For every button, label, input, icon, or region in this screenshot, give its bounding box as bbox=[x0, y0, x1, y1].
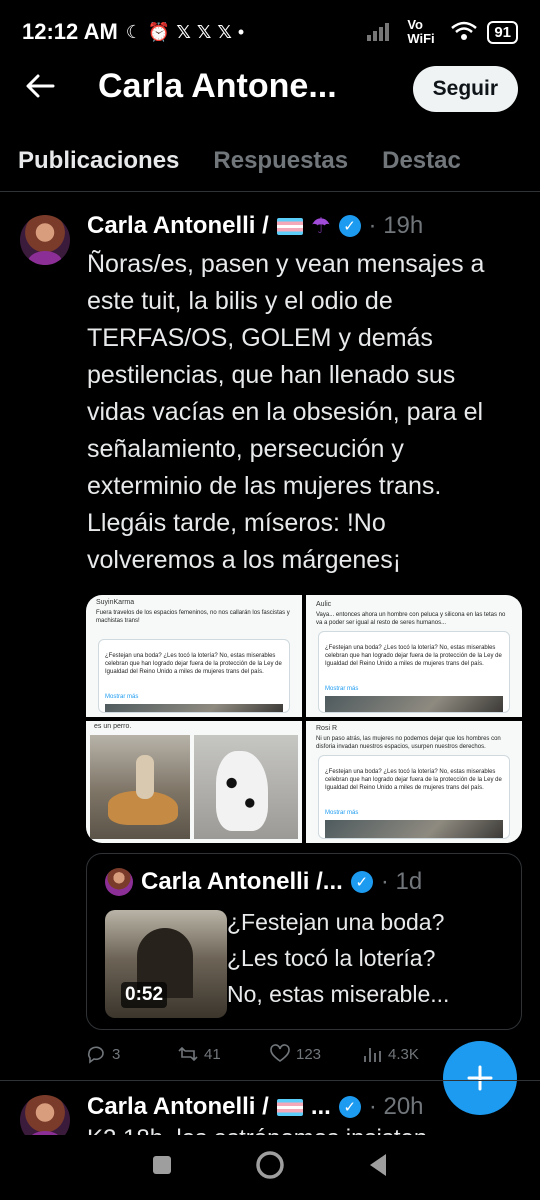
video-duration: 0:52 bbox=[121, 982, 168, 1008]
media-2-more: Mostrar más bbox=[325, 686, 359, 692]
wifi-icon bbox=[451, 21, 478, 44]
media-screenshot-1[interactable]: SuyinKarma Fuera travelos de los espacio… bbox=[86, 595, 302, 717]
media-4-more: Mostrar más bbox=[325, 810, 359, 816]
media-2-body: Vaya... entonces ahora un hombre con pel… bbox=[316, 612, 506, 626]
quoted-line: ¿Les tocó la lotería? bbox=[227, 945, 436, 971]
media-1-quoted: ¿Festejan una boda? ¿Les tocó la lotería… bbox=[105, 653, 282, 675]
circle-icon bbox=[256, 1151, 284, 1179]
x-icon: 𝕏 bbox=[217, 21, 232, 42]
verified-badge-icon: ✓ bbox=[338, 1096, 361, 1118]
media-3-header: es un perro. bbox=[94, 723, 132, 730]
umbrella-icon: ☂ bbox=[310, 213, 331, 238]
repost-count: 41 bbox=[204, 1045, 221, 1063]
media-1-body: Fuera travelos de los espacios femeninos… bbox=[96, 610, 290, 624]
plus-icon bbox=[467, 1065, 493, 1091]
home-button[interactable] bbox=[255, 1150, 285, 1185]
recents-button[interactable] bbox=[150, 1153, 174, 1182]
triangle-back-icon bbox=[369, 1154, 386, 1176]
media-1-header: SuyinKarma bbox=[96, 599, 135, 606]
system-nav-bar bbox=[0, 1135, 540, 1200]
verified-badge-icon: ✓ bbox=[338, 215, 361, 237]
quoted-text: ¿Festejan una boda? ¿Les tocó la lotería… bbox=[227, 904, 517, 1012]
tweet-time[interactable]: · 19h bbox=[369, 212, 424, 240]
follow-button[interactable]: Seguir bbox=[412, 66, 518, 112]
trans-flag-icon bbox=[276, 217, 303, 235]
avatar bbox=[105, 868, 133, 896]
quoted-tweet-header: Carla Antonelli /... ✓ · 1d bbox=[105, 868, 422, 896]
back-button[interactable] bbox=[18, 64, 62, 108]
media-dog-photos[interactable]: es un perro. bbox=[86, 721, 302, 843]
tweet-time[interactable]: · 20h bbox=[369, 1093, 424, 1121]
tweet-divider bbox=[0, 1080, 540, 1081]
tab-destacados[interactable]: Destac bbox=[382, 147, 461, 175]
media-4-body: Ni un paso atrás, las mujeres no podemos… bbox=[316, 736, 501, 750]
repost-icon bbox=[178, 1046, 198, 1062]
reply-icon bbox=[87, 1046, 104, 1064]
moon-icon: ☾ bbox=[125, 21, 142, 42]
view-count: 4.3K bbox=[388, 1045, 419, 1063]
author-name[interactable]: Carla Antonelli / bbox=[87, 1093, 269, 1121]
status-time: 12:12 AM bbox=[22, 19, 118, 44]
profile-tabs: Publicaciones Respuestas Destac bbox=[0, 130, 540, 192]
views-icon bbox=[364, 1048, 381, 1062]
tweet-header: Carla Antonelli / ... ✓ · 20h bbox=[87, 1093, 424, 1121]
compose-button[interactable] bbox=[443, 1041, 517, 1115]
tab-publicaciones[interactable]: Publicaciones bbox=[18, 147, 180, 191]
repost-button[interactable]: 41 bbox=[178, 1044, 270, 1064]
arrow-left-icon bbox=[26, 74, 55, 98]
like-count: 123 bbox=[296, 1045, 322, 1063]
signal-icon bbox=[367, 21, 397, 44]
notification-icons: ☾ ⏰ 𝕏 𝕏 𝕏 • bbox=[126, 22, 244, 43]
square-icon bbox=[153, 1156, 172, 1174]
tweet-media-grid[interactable]: SuyinKarma Fuera travelos de los espacio… bbox=[86, 595, 522, 843]
video-thumbnail[interactable]: 0:52 bbox=[105, 910, 227, 1018]
tweet-header: Carla Antonelli / ☂ ✓ · 19h bbox=[87, 212, 423, 240]
quoted-time: · 1d bbox=[380, 868, 423, 895]
trans-flag-icon bbox=[276, 1098, 303, 1116]
views-button[interactable]: 4.3K bbox=[362, 1044, 454, 1064]
alarm-icon: ⏰ bbox=[147, 21, 171, 42]
battery-indicator: 91 bbox=[487, 20, 518, 44]
back-nav-button[interactable] bbox=[366, 1152, 390, 1183]
quoted-tweet[interactable]: Carla Antonelli /... ✓ · 1d 0:52 ¿Festej… bbox=[86, 853, 522, 1030]
reply-button[interactable]: 3 bbox=[86, 1044, 178, 1064]
dot-icon: • bbox=[237, 21, 245, 42]
like-button[interactable]: 123 bbox=[270, 1044, 362, 1064]
page-title: Carla Antone... bbox=[98, 66, 337, 105]
avatar[interactable] bbox=[20, 215, 70, 265]
media-2-quoted: ¿Festejan una boda? ¿Les tocó la lotería… bbox=[325, 645, 502, 667]
media-4-quoted: ¿Festejan una boda? ¿Les tocó la lotería… bbox=[325, 769, 502, 791]
tweet-text: Ñoras/es, pasen y vean mensajes a este t… bbox=[87, 250, 485, 574]
network-label: Vo WiFi bbox=[407, 17, 435, 46]
media-2-header: Aulic bbox=[316, 601, 332, 608]
quoted-line: ¿Festejan una boda? bbox=[227, 909, 445, 935]
x-icon: 𝕏 bbox=[196, 21, 212, 42]
tweet-actions: 3 41 123 4.3K bbox=[86, 1044, 486, 1064]
media-1-more: Mostrar más bbox=[105, 694, 139, 700]
media-screenshot-4[interactable]: Rosi R Ni un paso atrás, las mujeres no … bbox=[306, 721, 522, 843]
tweet-text: K2 18h, los astrónomos insisten bbox=[87, 1125, 527, 1135]
media-screenshot-2[interactable]: Aulic Vaya... entonces ahora un hombre c… bbox=[306, 595, 522, 717]
author-name[interactable]: Carla Antonelli / bbox=[87, 212, 269, 240]
quoted-line: No, estas miserable... bbox=[227, 981, 450, 1007]
reply-count: 3 bbox=[112, 1045, 121, 1063]
x-icon: 𝕏 bbox=[176, 21, 191, 42]
media-4-header: Rosi R bbox=[316, 725, 338, 732]
tab-respuestas[interactable]: Respuestas bbox=[213, 147, 348, 175]
heart-icon bbox=[270, 1044, 290, 1062]
verified-badge-icon: ✓ bbox=[350, 871, 373, 893]
quoted-author-name: Carla Antonelli /... bbox=[141, 868, 343, 895]
